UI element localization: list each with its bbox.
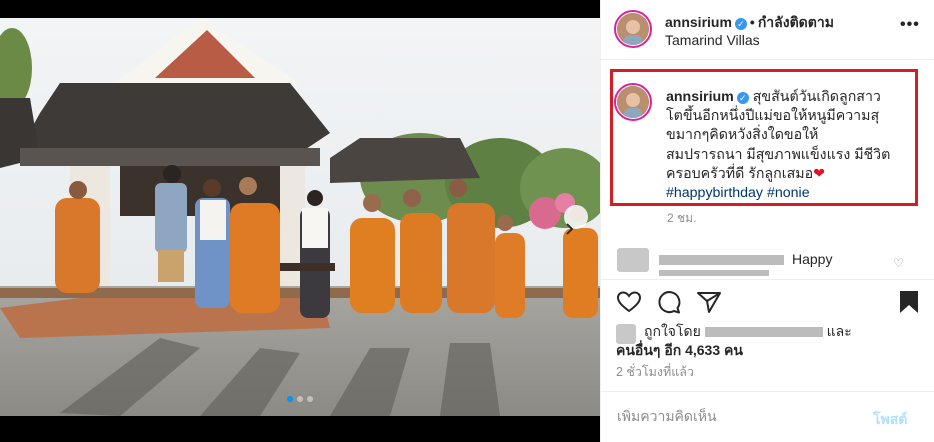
post-side-panel: annsirium ✓ • กำลังติดตาม Tamarind Villas •… <box>600 0 934 442</box>
verified-badge-icon: ✓ <box>736 92 749 104</box>
likes-count-link[interactable]: คนอื่นๆ อีก 4,633 คน <box>616 342 743 358</box>
heart-emoji: ❤ <box>813 165 825 182</box>
username-link[interactable]: annsirium <box>665 14 732 30</box>
post-actions <box>601 279 934 323</box>
following-button[interactable]: กำลังติดตาม <box>758 14 834 30</box>
hashtag-link[interactable]: #happybirthday <box>666 185 763 201</box>
comment-text: Happy <box>792 251 833 267</box>
verified-badge-icon: ✓ <box>734 18 747 30</box>
liker-avatar[interactable] <box>616 324 636 344</box>
caption-line: สุขสันต์วันเกิดลูกสาว <box>752 89 881 105</box>
comment-avatar[interactable] <box>617 248 649 272</box>
comment-like-icon[interactable]: ♡ <box>893 256 904 270</box>
caption-text: annsirium ✓ สุขสันต์วันเกิดลูกสาว โตขึ้นอ… <box>666 88 916 203</box>
heart-icon[interactable] <box>615 288 643 316</box>
hashtag-link[interactable]: #nonie <box>767 185 810 201</box>
redacted-text <box>659 270 769 276</box>
more-options-icon[interactable]: ••• <box>900 16 920 34</box>
share-icon[interactable] <box>695 288 723 316</box>
likes-suffix: และ <box>826 323 852 339</box>
avatar[interactable] <box>617 13 649 45</box>
carousel-dot-active <box>287 396 293 402</box>
post-timestamp[interactable]: 2 ชั่วโมงที่แล้ว <box>616 362 694 382</box>
caption-avatar[interactable] <box>617 86 649 118</box>
post-photo <box>0 18 600 416</box>
carousel-dot <box>297 396 303 402</box>
redacted-liker[interactable] <box>704 327 823 337</box>
carousel-indicator <box>0 396 600 402</box>
likes-prefix: ถูกใจโดย <box>644 323 701 339</box>
likes-summary: ถูกใจโดย และ คนอื่นๆ อีก 4,633 คน <box>616 322 926 360</box>
comment-form: โพสต์ <box>601 391 934 442</box>
location-link[interactable]: Tamarind Villas <box>665 32 760 48</box>
post-photo-panel[interactable] <box>0 0 600 442</box>
caption-username[interactable]: annsirium <box>666 89 734 105</box>
caption-line: โตขึ้นอีกหนึ่งปีแม่ขอให้หนูมีความสุ <box>666 108 880 125</box>
caption-line: ครอบครัวที่ดี รักลูกเสมอ <box>666 165 814 182</box>
comment-row: Happy ♡ <box>617 246 917 276</box>
redacted-username <box>659 255 784 265</box>
carousel-next-button[interactable] <box>564 205 588 235</box>
comment-input[interactable] <box>617 408 857 424</box>
caption-line: สมปรารถนา มีสุขภาพแข็งแรง มีชีวิต <box>666 146 891 163</box>
bookmark-icon[interactable] <box>895 288 923 316</box>
comment-icon[interactable] <box>655 288 683 316</box>
post-comment-button[interactable]: โพสต์ <box>873 409 907 431</box>
caption-line: ขมากๆคิดหวังสิ่งใดขอให้ <box>666 127 819 144</box>
header-name-row: annsirium ✓ • กำลังติดตาม <box>665 12 834 34</box>
separator-dot: • <box>749 14 755 30</box>
caption-timestamp[interactable]: 2 ชม. <box>667 209 696 228</box>
carousel-dot <box>307 396 313 402</box>
post-header: annsirium ✓ • กำลังติดตาม Tamarind Villas •… <box>601 0 934 60</box>
